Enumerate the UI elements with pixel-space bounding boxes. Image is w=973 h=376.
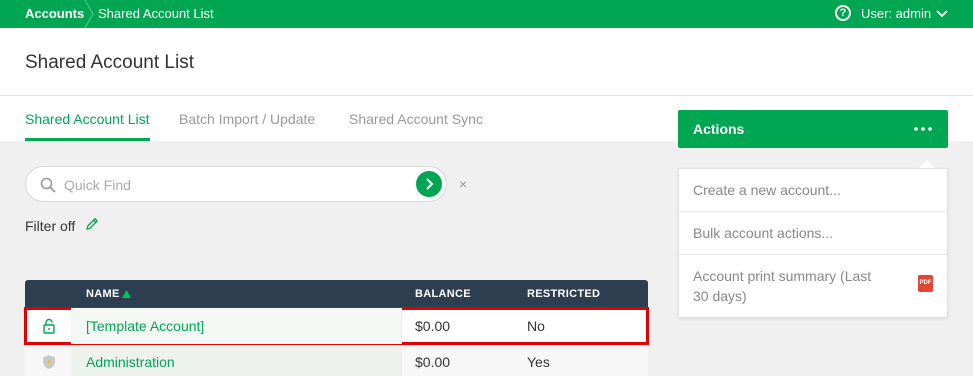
active-tab-indicator [25,138,150,141]
chevron-right-icon [426,178,434,190]
tab-shared-account-sync[interactable]: Shared Account Sync [349,111,483,127]
shared-account-table: NAME BALANCE RESTRICTED [Template Accoun… [24,280,649,376]
breadcrumb-separator-icon [84,0,94,28]
user-menu[interactable]: User: admin [861,6,931,21]
pencil-icon[interactable] [84,216,100,232]
actions-menu: Create a new account... Bulk account act… [678,168,948,318]
menu-item-print-summary-label: Account print summary (Last 30 days) [693,268,872,304]
account-balance: $0.00 [415,354,451,370]
more-dots-icon [914,127,932,131]
breadcrumb-current: Shared Account List [98,6,214,21]
chevron-down-icon[interactable] [936,9,948,18]
cell-divider [401,344,402,376]
help-icon[interactable]: ? [835,5,851,21]
menu-item-bulk-actions[interactable]: Bulk account actions... [679,212,947,255]
account-restricted: No [527,318,545,334]
account-name-link[interactable]: Administration [86,354,175,370]
account-restricted: Yes [527,354,550,370]
quick-find-input[interactable] [64,175,404,195]
column-header-balance[interactable]: BALANCE [415,288,471,300]
actions-label: Actions [693,121,745,137]
filter-status: Filter off [25,218,76,234]
table-row[interactable]: Administration $0.00 Yes [25,344,648,376]
page-header: Shared Account List [0,28,973,96]
shield-badge-icon [43,355,55,369]
tab-shared-account-list[interactable]: Shared Account List [25,111,150,127]
page-title: Shared Account List [25,52,194,73]
cell-divider [401,308,402,344]
unlocked-padlock-icon [43,318,55,334]
table-row[interactable]: [Template Account] $0.00 No [24,307,649,345]
account-balance: $0.00 [415,318,451,334]
account-name-link[interactable]: [Template Account] [86,318,204,334]
column-header-restricted[interactable]: RESTRICTED [527,288,600,300]
menu-item-create-account[interactable]: Create a new account... [679,169,947,212]
search-icon [40,177,56,193]
pdf-icon: PDF [918,275,933,292]
clear-search-icon[interactable]: × [459,176,467,192]
menu-item-print-summary[interactable]: Account print summary (Last 30 days) PDF [679,255,947,317]
tab-batch-import-update[interactable]: Batch Import / Update [179,111,315,127]
sort-ascending-icon[interactable] [122,290,131,298]
actions-button[interactable]: Actions [678,110,948,148]
quick-find-box [25,166,447,202]
top-bar: Accounts Shared Account List ? User: adm… [0,0,973,28]
column-header-name[interactable]: NAME [86,288,120,300]
table-header: NAME BALANCE RESTRICTED [25,280,648,308]
breadcrumb-accounts[interactable]: Accounts [25,6,84,21]
search-go-button[interactable] [416,171,442,197]
